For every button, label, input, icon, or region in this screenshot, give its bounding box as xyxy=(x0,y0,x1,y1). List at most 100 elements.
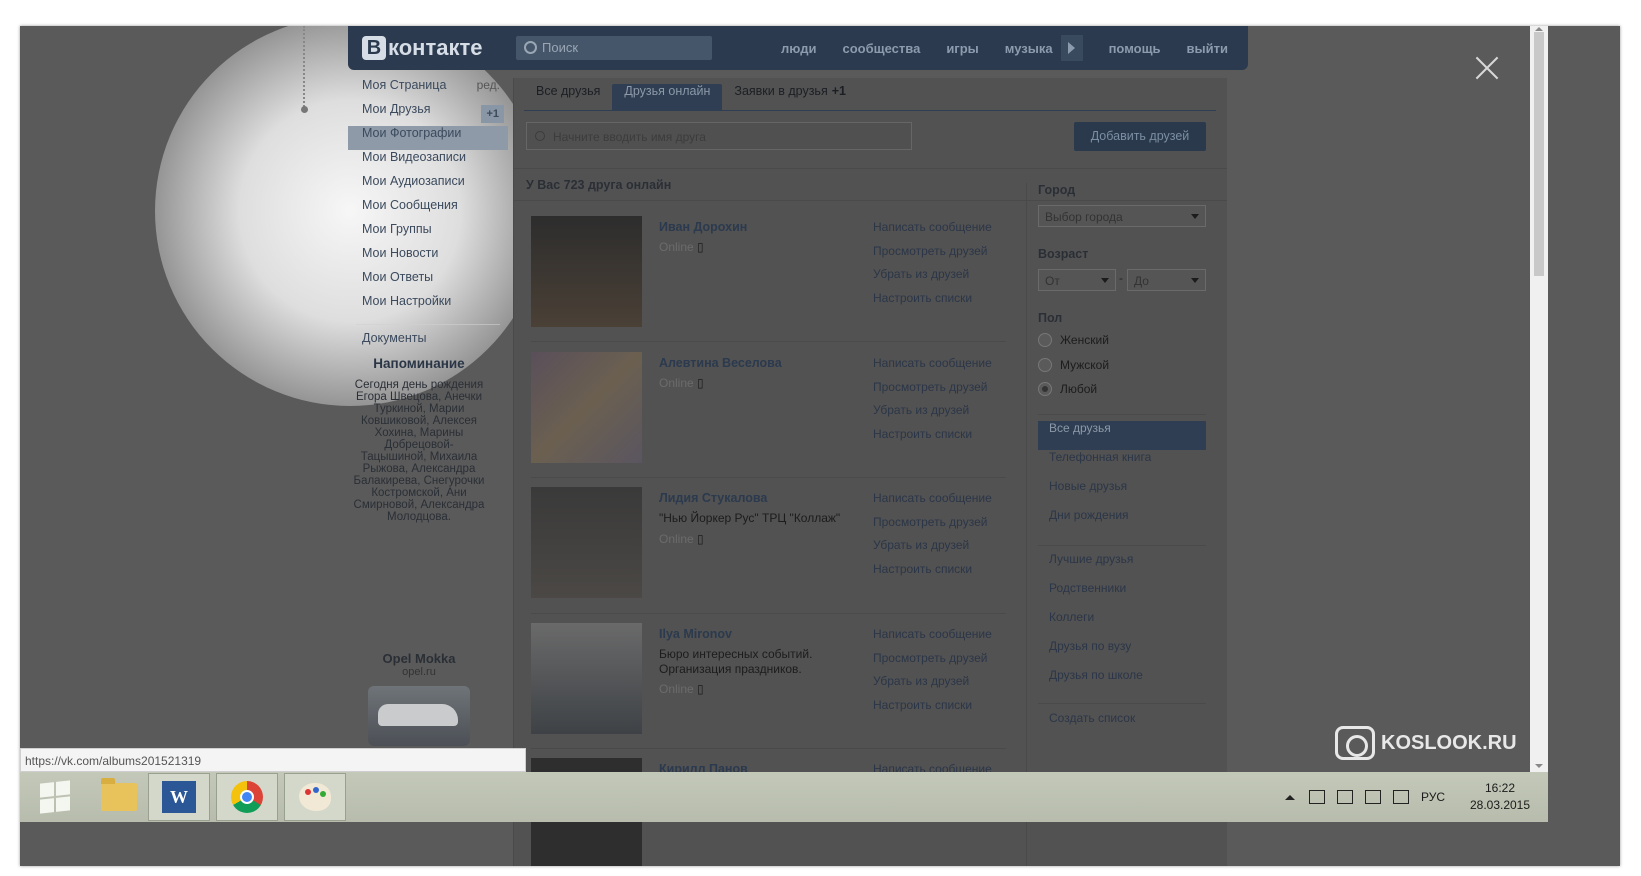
friends-badge[interactable]: +1 xyxy=(481,105,504,123)
list-school[interactable]: Друзья по школе xyxy=(1038,668,1206,697)
menu-item-label: Мои Сообщения xyxy=(362,198,458,212)
tab-all-friends[interactable]: Все друзья xyxy=(524,84,612,110)
list-phonebook[interactable]: Телефонная книга xyxy=(1038,450,1206,479)
add-friends-button[interactable]: Добавить друзей xyxy=(1074,122,1206,151)
windows-icon xyxy=(40,780,70,814)
gender-radio-any[interactable]: Любой xyxy=(1038,379,1097,399)
ad-car-image[interactable] xyxy=(368,686,470,746)
menu-my-groups[interactable]: Мои Группы xyxy=(348,222,508,246)
friend-avatar[interactable] xyxy=(531,216,642,327)
language-indicator[interactable]: РУС xyxy=(1421,790,1445,804)
nav-logout[interactable]: выйти xyxy=(1187,41,1228,56)
menu-my-messages[interactable]: Мои Сообщения xyxy=(348,198,508,222)
write-message-link[interactable]: Написать сообщение xyxy=(873,220,992,244)
menu-my-settings[interactable]: Мои Настройки xyxy=(348,294,508,318)
remove-friend-link[interactable]: Убрать из друзей xyxy=(873,403,992,427)
list-birthdays[interactable]: Дни рождения xyxy=(1038,508,1206,537)
friend-search-input[interactable]: Начните вводить имя друга xyxy=(526,122,912,150)
configure-lists-link[interactable]: Настроить списки xyxy=(873,562,992,586)
ad-block[interactable]: Opel Mokka opel.ru xyxy=(353,651,485,746)
taskbar-paint[interactable] xyxy=(284,773,346,821)
scroll-up-icon[interactable] xyxy=(1535,27,1543,31)
online-status: Online xyxy=(659,682,694,696)
volume-icon[interactable] xyxy=(1393,790,1409,804)
header-search-input[interactable]: Поиск xyxy=(516,36,712,60)
show-hidden-icons-icon[interactable] xyxy=(1285,794,1295,800)
friend-avatar[interactable] xyxy=(531,487,642,598)
city-select[interactable]: Выбор города xyxy=(1038,205,1206,227)
friend-name[interactable]: Лидия Стукалова xyxy=(659,491,767,505)
configure-lists-link[interactable]: Настроить списки xyxy=(873,291,992,315)
taskbar-word[interactable]: W xyxy=(148,773,210,821)
nav-communities[interactable]: сообщества xyxy=(842,41,920,56)
gender-radio-male[interactable]: Мужской xyxy=(1038,355,1109,375)
friend-name[interactable]: Алевтина Веселова xyxy=(659,356,782,370)
friend-description: "Нью Йоркер Рус" ТРЦ "Коллаж" xyxy=(659,511,841,525)
signal-icon[interactable] xyxy=(1365,790,1381,804)
view-friends-link[interactable]: Просмотреть друзей xyxy=(873,651,992,675)
remove-friend-link[interactable]: Убрать из друзей xyxy=(873,674,992,698)
write-message-link[interactable]: Написать сообщение xyxy=(873,627,992,651)
requests-count: +1 xyxy=(831,84,846,98)
tab-friends-online[interactable]: Друзья онлайн xyxy=(612,84,723,110)
view-friends-link[interactable]: Просмотреть друзей xyxy=(873,380,992,404)
menu-my-audio[interactable]: Мои Аудиозаписи xyxy=(348,174,508,198)
scrollbar-thumb[interactable] xyxy=(1534,32,1544,276)
menu-my-replies[interactable]: Мои Ответы xyxy=(348,270,508,294)
nav-people[interactable]: люди xyxy=(781,41,816,56)
friend-search-placeholder: Начните вводить имя друга xyxy=(553,130,706,144)
start-button[interactable] xyxy=(24,773,86,821)
remove-friend-link[interactable]: Убрать из друзей xyxy=(873,538,992,562)
friend-avatar[interactable] xyxy=(531,352,642,463)
nav-games[interactable]: игры xyxy=(946,41,978,56)
list-university[interactable]: Друзья по вузу xyxy=(1038,639,1206,668)
view-friends-link[interactable]: Просмотреть друзей xyxy=(873,244,992,268)
view-friends-link[interactable]: Просмотреть друзей xyxy=(873,515,992,539)
age-from-select[interactable]: От xyxy=(1038,269,1116,291)
friend-name[interactable]: Ilya Mironov xyxy=(659,627,732,641)
friend-lists-primary: Все друзья Телефонная книга Новые друзья… xyxy=(1038,421,1206,537)
menu-my-photos[interactable]: Мои Фотографии xyxy=(348,126,508,150)
list-colleagues[interactable]: Коллеги xyxy=(1038,610,1206,639)
battery-icon[interactable] xyxy=(1337,790,1353,804)
ad-title[interactable]: Opel Mokka xyxy=(353,651,485,666)
gender-radio-female[interactable]: Женский xyxy=(1038,330,1109,350)
write-message-link[interactable]: Написать сообщение xyxy=(873,491,992,515)
chevron-down-icon xyxy=(1101,278,1109,283)
menu-documents[interactable]: Документы xyxy=(348,331,508,355)
menu-my-news[interactable]: Мои Новости xyxy=(348,246,508,270)
list-relatives[interactable]: Родственники xyxy=(1038,581,1206,610)
nav-help[interactable]: помощь xyxy=(1109,41,1161,56)
flag-icon[interactable] xyxy=(1309,790,1325,804)
nav-music[interactable]: музыка xyxy=(1005,41,1053,56)
gender-label: Пол xyxy=(1038,311,1063,325)
taskbar-explorer[interactable] xyxy=(88,773,150,821)
edit-link[interactable]: ред. xyxy=(477,78,500,92)
browser-scrollbar[interactable] xyxy=(1530,26,1548,776)
online-status: Online xyxy=(659,376,694,390)
chevron-down-icon xyxy=(1191,214,1199,219)
friend-name[interactable]: Иван Дорохин xyxy=(659,220,747,234)
write-message-link[interactable]: Написать сообщение xyxy=(873,356,992,380)
configure-lists-link[interactable]: Настроить списки xyxy=(873,427,992,451)
menu-my-videos[interactable]: Мои Видеозаписи xyxy=(348,150,508,174)
age-to-select[interactable]: До xyxy=(1127,269,1206,291)
list-all-friends[interactable]: Все друзья xyxy=(1038,421,1206,450)
close-icon[interactable] xyxy=(1475,56,1499,80)
list-new-friends[interactable]: Новые друзья xyxy=(1038,479,1206,508)
vk-logo[interactable]: В контакте xyxy=(362,35,482,61)
taskbar-clock[interactable]: 16:22 28.03.2015 xyxy=(1460,780,1540,814)
configure-lists-link[interactable]: Настроить списки xyxy=(873,698,992,722)
taskbar-chrome[interactable] xyxy=(216,773,278,821)
friend-avatar[interactable] xyxy=(531,623,642,734)
create-list-link[interactable]: Создать список xyxy=(1038,711,1206,740)
play-icon[interactable] xyxy=(1060,35,1083,61)
tab-friend-requests[interactable]: Заявки в друзья +1 xyxy=(722,84,858,110)
menu-my-page[interactable]: Моя Страница ред. xyxy=(348,78,508,102)
scroll-down-icon[interactable] xyxy=(1535,764,1543,768)
list-best-friends[interactable]: Лучшие друзья xyxy=(1038,552,1206,581)
menu-item-label: Мои Аудиозаписи xyxy=(362,174,465,188)
remove-friend-link[interactable]: Убрать из друзей xyxy=(873,267,992,291)
reminder-text[interactable]: Сегодня день рождения Егора Швецова, Ане… xyxy=(353,379,485,523)
menu-my-friends[interactable]: Мои Друзья +1 xyxy=(348,102,508,126)
